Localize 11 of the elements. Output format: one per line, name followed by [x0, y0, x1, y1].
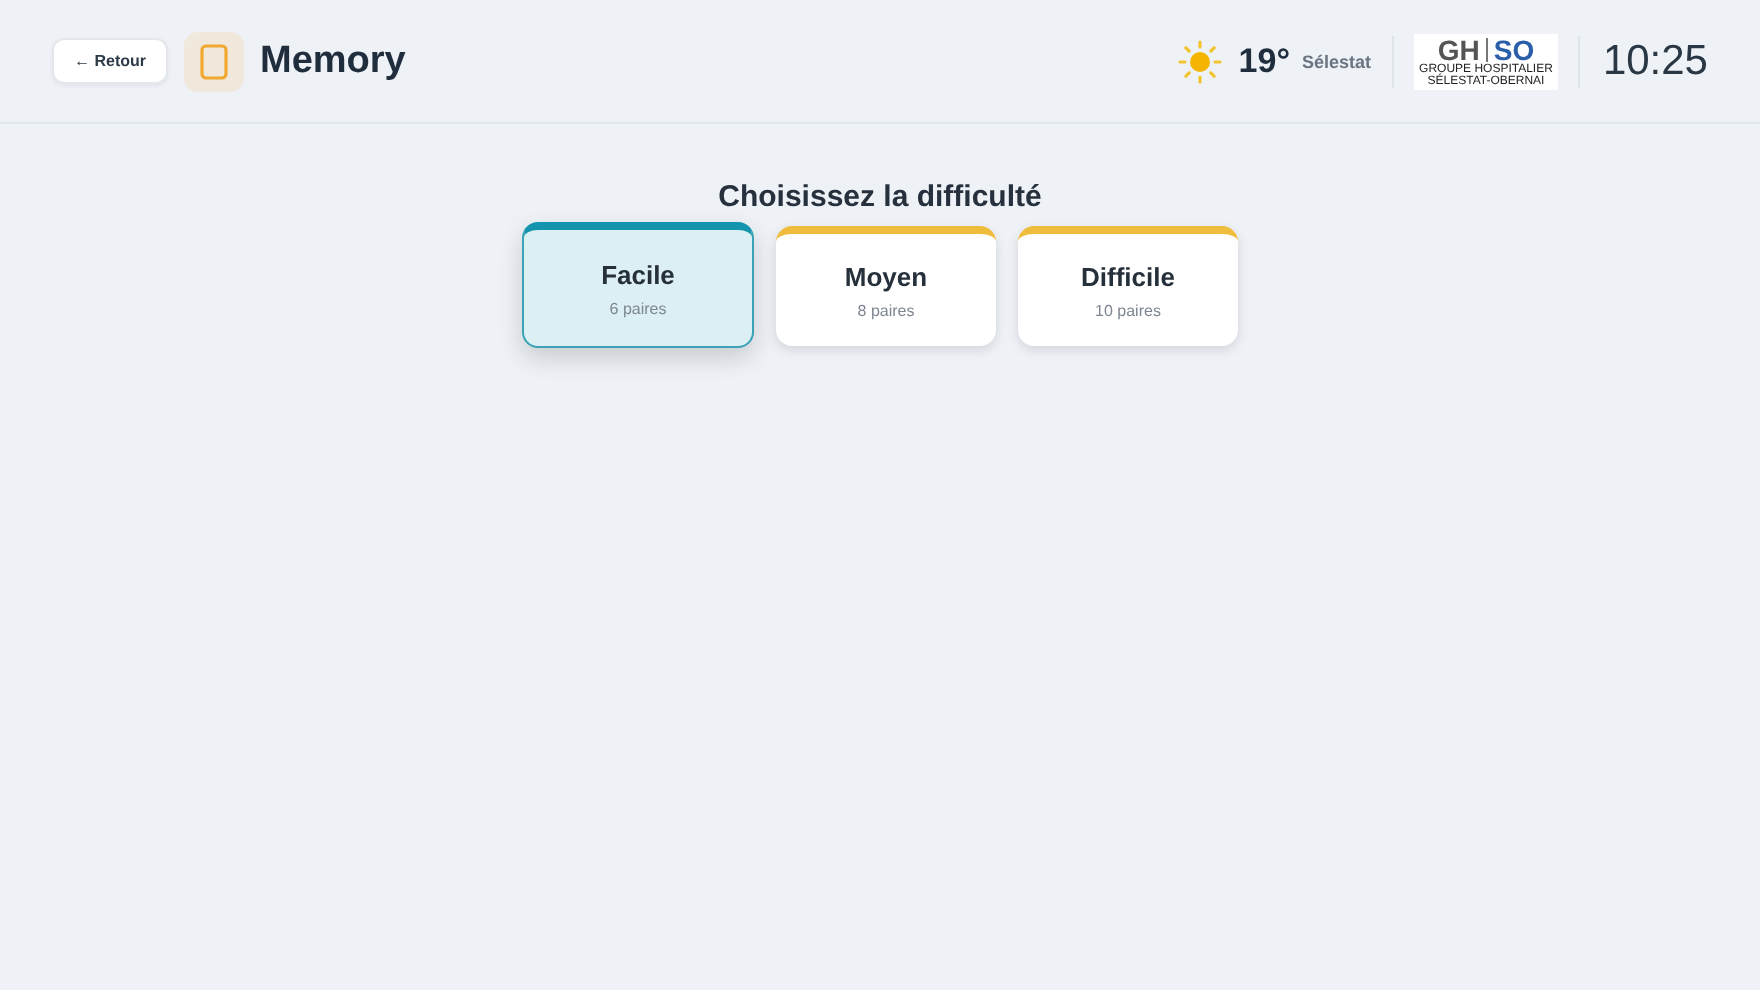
- city-name: Sélestat: [1302, 51, 1372, 71]
- sun-icon: [1178, 39, 1223, 83]
- difficulty-card[interactable]: Facile 6 paires: [522, 222, 754, 348]
- tablet-icon: [184, 31, 244, 91]
- clock-time: 10:25: [1602, 37, 1708, 85]
- back-button[interactable]: ← Retour: [52, 38, 168, 84]
- temperature: 19°: [1238, 41, 1290, 81]
- page-title: Memory: [260, 39, 406, 83]
- difficulty-card[interactable]: Difficile 10 paires: [1018, 226, 1238, 346]
- section-heading: Choisissez la difficulté: [718, 180, 1042, 214]
- difficulty-card[interactable]: Moyen 8 paires: [776, 226, 996, 346]
